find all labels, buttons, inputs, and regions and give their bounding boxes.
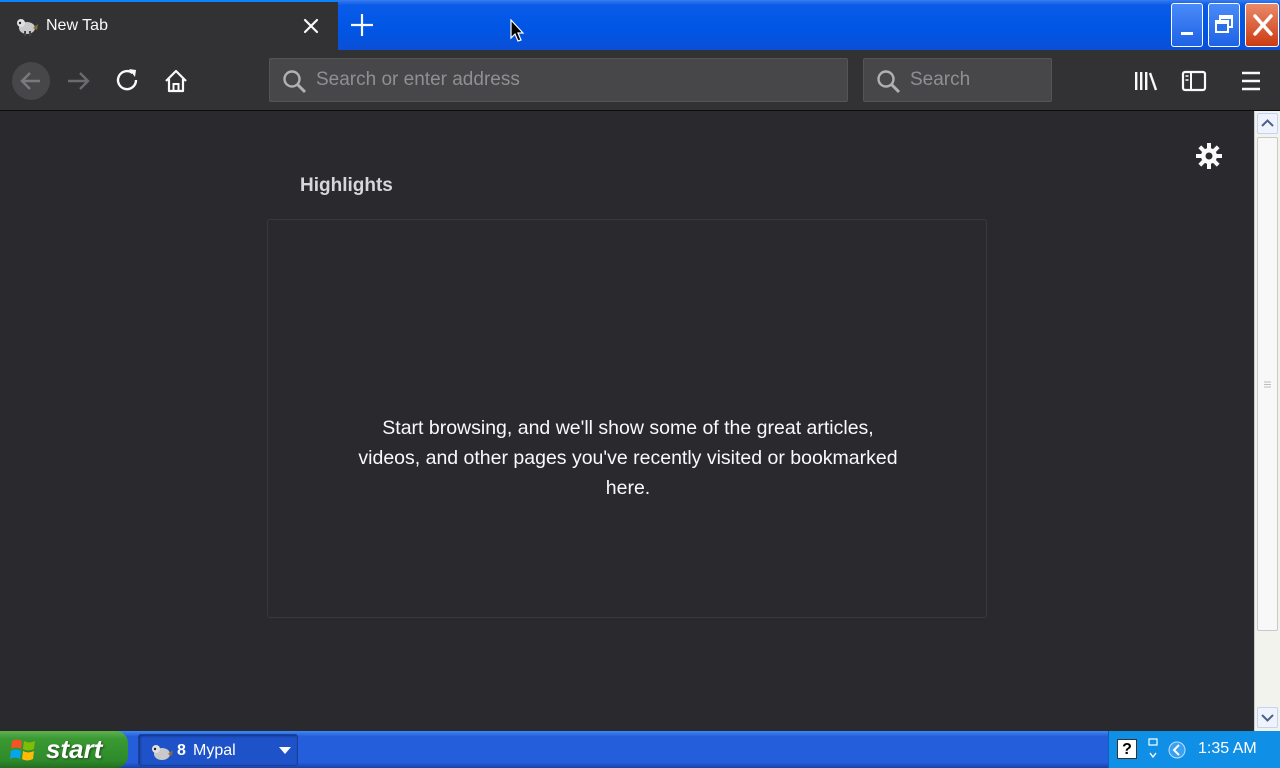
- taskbar-item-mypal[interactable]: 8 Mypal: [138, 734, 298, 766]
- hamburger-menu-icon[interactable]: [1234, 63, 1270, 99]
- sidebar-icon[interactable]: [1176, 63, 1212, 99]
- highlights-empty-state: Start browsing, and we'll show some of t…: [267, 219, 987, 618]
- mypal-icon: [152, 745, 173, 760]
- scroll-thumb[interactable]: [1257, 137, 1278, 631]
- library-icon[interactable]: [1128, 63, 1164, 99]
- restore-icon: [1215, 15, 1233, 33]
- taskbar: start 8 Mypal ? 1:35 AM: [0, 731, 1280, 768]
- mypal-icon: [17, 19, 38, 36]
- reload-icon[interactable]: [110, 63, 146, 99]
- task-group-count: 8: [177, 742, 186, 759]
- start-label: start: [46, 734, 103, 764]
- search-icon: [877, 70, 901, 94]
- scroll-up-button[interactable]: [1257, 113, 1278, 134]
- close-window-button[interactable]: [1245, 3, 1279, 47]
- back-arrow-icon: [20, 72, 40, 90]
- restore-button[interactable]: [1208, 3, 1240, 47]
- dropdown-arrow-icon: [279, 747, 291, 754]
- minimize-button[interactable]: [1171, 3, 1203, 47]
- tab-new-tab[interactable]: New Tab: [0, 0, 338, 50]
- navigation-toolbar: [0, 50, 1280, 111]
- search-bar[interactable]: [863, 58, 1052, 102]
- tab-title: New Tab: [46, 17, 108, 34]
- chevron-down-icon: [1261, 714, 1274, 722]
- vertical-scrollbar[interactable]: [1254, 111, 1280, 731]
- windows-logo-icon: [10, 739, 35, 761]
- gear-icon[interactable]: [1194, 141, 1224, 171]
- address-input[interactable]: [316, 59, 836, 101]
- minimize-icon: [1181, 32, 1193, 35]
- chevron-up-icon: [1261, 119, 1274, 127]
- title-bar: New Tab: [0, 0, 1280, 50]
- show-hidden-icons-icon[interactable]: [1167, 740, 1187, 760]
- close-tab-icon[interactable]: [300, 15, 322, 37]
- network-icon[interactable]: [1145, 737, 1161, 761]
- close-icon: [1253, 14, 1273, 36]
- system-tray: ? 1:35 AM: [1108, 731, 1280, 768]
- clock: 1:35 AM: [1198, 740, 1257, 757]
- forward-arrow-icon[interactable]: [62, 63, 98, 99]
- grip-icon: [1264, 381, 1271, 388]
- home-icon[interactable]: [158, 63, 194, 99]
- new-tab-plus-icon[interactable]: [348, 11, 376, 39]
- new-tab-page: Highlights Start browsing, and we'll sho…: [0, 111, 1254, 731]
- start-button[interactable]: start: [0, 731, 128, 768]
- help-icon[interactable]: ?: [1117, 739, 1137, 759]
- mouse-cursor-icon: [510, 19, 525, 42]
- section-title: Highlights: [300, 175, 393, 196]
- scroll-down-button[interactable]: [1257, 707, 1278, 728]
- search-icon: [283, 70, 307, 94]
- empty-state-message: Start browsing, and we'll show some of t…: [358, 417, 898, 499]
- back-button[interactable]: [12, 62, 50, 100]
- search-input[interactable]: [910, 59, 1046, 101]
- task-name: Mypal: [193, 742, 236, 759]
- address-bar[interactable]: [269, 58, 848, 102]
